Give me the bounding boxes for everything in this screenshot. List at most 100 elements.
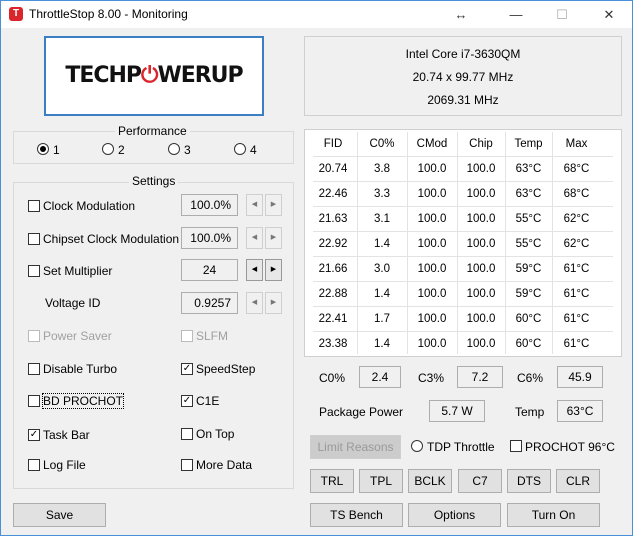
clock-modulation-checkbox[interactable] <box>28 200 40 212</box>
tdp-throttle-indicator <box>411 440 423 452</box>
speedstep-checkbox[interactable]: ✓ <box>181 363 193 375</box>
save-button[interactable]: Save <box>13 503 106 527</box>
table-cell: 63°C <box>515 163 542 175</box>
table-cell: 55°C <box>515 238 542 250</box>
c0-label: C0% <box>319 371 346 385</box>
table-cell: 100.0 <box>417 188 447 200</box>
minimize-button[interactable]: — <box>496 1 536 28</box>
table-cell: 100.0 <box>466 213 496 225</box>
voltage-id-value[interactable]: 0.9257 <box>181 292 238 314</box>
close-button[interactable]: ✕ <box>589 1 629 28</box>
c3-value: 7.2 <box>457 366 503 388</box>
window-title: ThrottleStop 8.00 - Monitoring <box>29 7 188 21</box>
clock-modulation-decrease[interactable]: ◀ <box>246 194 263 216</box>
table-cell: 1.4 <box>374 238 390 250</box>
table-cell: 100.0 <box>466 238 496 250</box>
log-file-label: Log File <box>43 458 86 472</box>
disable-turbo-label: Disable Turbo <box>43 362 118 376</box>
column-header-max: Max <box>565 138 588 150</box>
c1e-label: C1E <box>196 394 220 408</box>
clock-modulation-increase[interactable]: ▶ <box>265 194 282 216</box>
table-cell: 22.41 <box>318 313 348 325</box>
settings-title: Settings <box>129 174 179 188</box>
log-file-checkbox[interactable] <box>28 459 40 471</box>
table-cell: 61°C <box>563 338 590 350</box>
cpu-name: Intel Core i7-3630QM <box>405 47 521 61</box>
cpu-multiplier: 20.74 x 99.77 MHz <box>412 70 514 84</box>
options-button[interactable]: Options <box>408 503 501 527</box>
set-multiplier-checkbox[interactable] <box>28 265 40 277</box>
clock-modulation-value[interactable]: 100.0% <box>181 194 238 216</box>
table-cell: 1.4 <box>374 338 390 350</box>
maximize-button[interactable]: ☐ <box>542 1 582 28</box>
table-cell: 63°C <box>515 188 542 200</box>
tpl-button[interactable]: TPL <box>359 469 403 493</box>
clock-modulation-label: Clock Modulation <box>43 199 136 213</box>
core-monitor-table: FID C0% CMod Chip Temp Max 20.74 3.8 100… <box>304 129 622 357</box>
column-header-chip: Chip <box>469 138 493 150</box>
c6-label: C6% <box>517 371 544 385</box>
voltage-id-increase[interactable]: ▶ <box>265 292 282 314</box>
table-cell: 100.0 <box>417 238 447 250</box>
turn-on-button[interactable]: Turn On <box>507 503 600 527</box>
power-saver-label: Power Saver <box>43 329 112 343</box>
chipset-clock-modulation-label: Chipset Clock Modulation <box>43 232 180 246</box>
table-cell: 3.8 <box>374 163 390 175</box>
power-saver-checkbox <box>28 330 40 342</box>
c6-value: 45.9 <box>557 366 603 388</box>
table-cell: 22.46 <box>318 188 348 200</box>
trl-button[interactable]: TRL <box>310 469 354 493</box>
table-cell: 22.88 <box>318 288 348 300</box>
task-bar-label: Task Bar <box>43 428 90 442</box>
prochot-label: PROCHOT 96°C <box>525 440 615 454</box>
table-cell: 62°C <box>563 213 590 225</box>
bclk-button[interactable]: BCLK <box>408 469 452 493</box>
task-bar-checkbox[interactable]: ✓ <box>28 429 40 441</box>
bd-prochot-checkbox[interactable] <box>28 395 40 407</box>
table-cell: 1.7 <box>374 313 390 325</box>
performance-radio-1[interactable] <box>37 143 49 155</box>
temp-label: Temp <box>515 405 545 419</box>
ts-bench-button[interactable]: TS Bench <box>310 503 403 527</box>
table-cell: 3.3 <box>374 188 390 200</box>
table-cell: 100.0 <box>466 288 496 300</box>
performance-title: Performance <box>115 124 190 138</box>
disable-turbo-checkbox[interactable] <box>28 363 40 375</box>
app-icon: T <box>9 7 23 21</box>
table-cell: 60°C <box>515 313 542 325</box>
chipset-clock-modulation-checkbox[interactable] <box>28 233 40 245</box>
dts-button[interactable]: DTS <box>507 469 551 493</box>
performance-radio-4[interactable] <box>234 143 246 155</box>
move-icon[interactable]: ↔ <box>441 1 481 28</box>
set-multiplier-value[interactable]: 24 <box>181 259 238 281</box>
c1e-checkbox[interactable]: ✓ <box>181 395 193 407</box>
table-cell: 68°C <box>563 188 590 200</box>
set-multiplier-increase[interactable]: ▶ <box>265 259 282 281</box>
performance-radio-2[interactable] <box>102 143 114 155</box>
more-data-checkbox[interactable] <box>181 459 193 471</box>
table-cell: 59°C <box>515 288 542 300</box>
table-cell: 100.0 <box>417 263 447 275</box>
chipset-clock-modulation-decrease[interactable]: ◀ <box>246 227 263 249</box>
c7-button[interactable]: C7 <box>458 469 502 493</box>
table-cell: 60°C <box>515 338 542 350</box>
clr-button[interactable]: CLR <box>556 469 600 493</box>
title-bar[interactable]: T ThrottleStop 8.00 - Monitoring ↔ — ☐ ✕ <box>1 1 632 28</box>
table-cell: 59°C <box>515 263 542 275</box>
chipset-clock-modulation-value[interactable]: 100.0% <box>181 227 238 249</box>
speedstep-label: SpeedStep <box>196 362 256 376</box>
on-top-label: On Top <box>196 427 235 441</box>
table-cell: 3.0 <box>374 263 390 275</box>
chipset-clock-modulation-increase[interactable]: ▶ <box>265 227 282 249</box>
table-cell: 1.4 <box>374 288 390 300</box>
performance-radio-3[interactable] <box>168 143 180 155</box>
set-multiplier-decrease[interactable]: ◀ <box>246 259 263 281</box>
table-cell: 20.74 <box>318 163 348 175</box>
bd-prochot-label: BD PROCHOT <box>41 393 125 409</box>
on-top-checkbox[interactable] <box>181 428 193 440</box>
techpowerup-logo[interactable]: TECHP⏻WERUP <box>44 36 264 116</box>
table-cell: 55°C <box>515 213 542 225</box>
prochot-checkbox[interactable] <box>510 440 522 452</box>
performance-label-3: 3 <box>184 143 191 157</box>
voltage-id-decrease[interactable]: ◀ <box>246 292 263 314</box>
